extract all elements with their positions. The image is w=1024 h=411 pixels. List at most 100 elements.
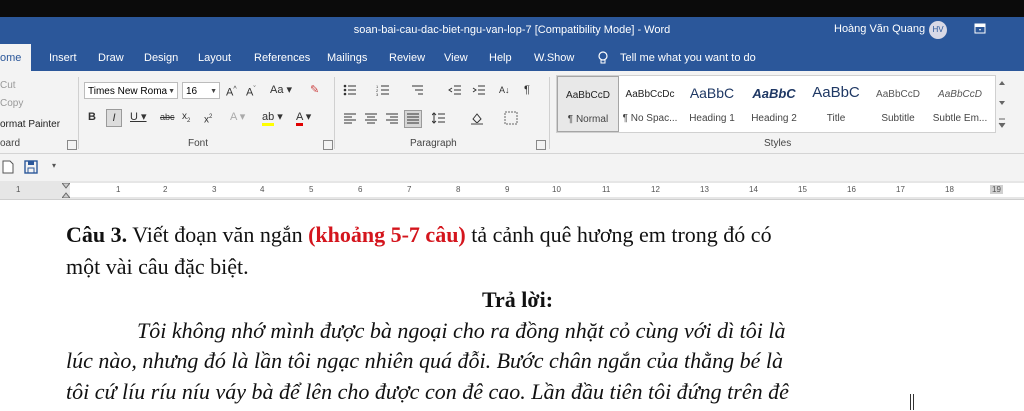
show-formatting-icon[interactable]: ¶ <box>524 82 530 98</box>
multilevel-list-icon[interactable] <box>410 83 424 97</box>
clear-formatting-icon[interactable]: ✎ <box>310 82 319 98</box>
tab-wshow[interactable]: W.Show <box>534 44 574 71</box>
screen-top-bar <box>0 0 1024 17</box>
save-icon[interactable] <box>24 160 38 174</box>
style-subtitle[interactable]: AaBbCcD Subtitle <box>867 76 929 132</box>
answer-line-3[interactable]: tôi cứ líu ríu níu váy bà để lên cho đượ… <box>66 379 789 405</box>
answer-heading[interactable]: Trả lời: <box>482 287 553 313</box>
font-name-value: Times New Roma <box>88 86 168 97</box>
subscript-button[interactable]: x2 <box>182 109 190 125</box>
paragraph-group-label: Paragraph <box>410 138 457 149</box>
strikethrough-button[interactable]: abc <box>160 109 175 125</box>
tab-review[interactable]: Review <box>389 44 425 71</box>
ribbon-tabs: ome Insert Draw Design Layout References… <box>0 44 1024 71</box>
lightbulb-icon <box>598 51 608 64</box>
shading-icon[interactable] <box>470 111 484 125</box>
ruler-number: 9 <box>505 185 510 194</box>
indent-marker-icon[interactable] <box>62 183 70 198</box>
tab-help[interactable]: Help <box>489 44 512 71</box>
tab-home[interactable]: ome <box>0 44 32 71</box>
group-divider <box>78 77 79 149</box>
ruler-number: 8 <box>456 185 461 194</box>
font-launcher-icon[interactable] <box>323 140 333 150</box>
sort-icon[interactable]: A↓ <box>499 82 510 98</box>
copy-button[interactable]: Copy <box>0 98 23 109</box>
question-text: Viết đoạn văn ngắn <box>127 222 309 247</box>
italic-button[interactable]: I <box>106 109 122 127</box>
grow-font-icon[interactable]: A^ <box>226 82 237 99</box>
group-divider <box>549 77 550 149</box>
font-size-value: 16 <box>186 86 198 97</box>
tab-mailings[interactable]: Mailings <box>327 44 367 71</box>
chevron-down-icon[interactable]: ▼ <box>168 83 175 100</box>
question-text-rest: tả cảnh quê hương em trong đó có <box>465 222 772 247</box>
user-name[interactable]: Hoàng Văn Quang <box>834 23 925 35</box>
font-color-icon[interactable]: A ▾ <box>296 109 311 126</box>
line-spacing-icon[interactable] <box>432 111 446 125</box>
ribbon-display-options-icon[interactable] <box>972 21 988 37</box>
align-right-icon[interactable] <box>385 111 399 125</box>
font-group-label: Font <box>188 138 209 149</box>
highlight-icon[interactable]: ab ▾ <box>262 109 283 126</box>
numbering-icon[interactable]: 123 <box>376 83 390 97</box>
tab-references[interactable]: References <box>254 44 310 71</box>
new-document-icon[interactable] <box>2 160 14 174</box>
ruler-number: 17 <box>896 185 905 194</box>
answer-line-2[interactable]: lúc nào, nhưng đó là lần tôi ngạc nhiên … <box>66 348 783 374</box>
clipboard-launcher-icon[interactable] <box>67 140 77 150</box>
font-name-box[interactable]: Times New Roma ▼ <box>84 82 178 99</box>
style-no-spacing[interactable]: AaBbCcDc ¶ No Spac... <box>619 76 681 132</box>
align-left-icon[interactable] <box>343 111 357 125</box>
increase-indent-icon[interactable] <box>472 83 486 97</box>
horizontal-ruler[interactable]: 1 1 2 3 4 5 6 7 8 9 10 11 12 13 14 15 16… <box>0 181 1024 200</box>
customize-toolbar-icon[interactable]: ▾ <box>52 161 56 170</box>
style-heading-1[interactable]: AaBbC Heading 1 <box>681 76 743 132</box>
bullets-icon[interactable] <box>343 83 357 97</box>
styles-gallery: AaBbCcD ¶ Normal AaBbCcDc ¶ No Spac... A… <box>556 75 996 133</box>
style-normal[interactable]: AaBbCcD ¶ Normal <box>557 76 619 132</box>
style-title[interactable]: AaBbC Title <box>805 76 867 132</box>
question-line-2[interactable]: một vài câu đặc biệt. <box>66 254 249 280</box>
question-line-1[interactable]: Câu 3. Viết đoạn văn ngắn (khoảng 5-7 câ… <box>66 222 772 248</box>
ruler-number: 1 <box>16 185 21 194</box>
ruler-number: 15 <box>798 185 807 194</box>
change-case-icon[interactable]: Aa ▾ <box>270 82 292 98</box>
tab-design[interactable]: Design <box>144 44 178 71</box>
underline-button[interactable]: U ▾ <box>130 109 147 125</box>
styles-scroll[interactable] <box>996 75 1008 131</box>
paragraph-launcher-icon[interactable] <box>536 140 546 150</box>
ruler-number: 1 <box>116 185 121 194</box>
styles-group-label: Styles <box>764 138 792 149</box>
tab-view[interactable]: View <box>444 44 468 71</box>
text-effects-icon[interactable]: A ▾ <box>230 109 245 125</box>
tell-me-box[interactable]: Tell me what you want to do <box>596 44 756 71</box>
svg-text:3: 3 <box>376 92 379 97</box>
tab-layout[interactable]: Layout <box>198 44 231 71</box>
cut-button[interactable]: Cut <box>0 80 16 91</box>
ruler-number: 10 <box>552 185 561 194</box>
borders-icon[interactable] <box>504 111 518 125</box>
ruler-number: 7 <box>407 185 412 194</box>
superscript-button[interactable]: x2 <box>204 109 212 125</box>
bold-button[interactable]: B <box>88 109 96 125</box>
justify-icon[interactable] <box>404 110 422 128</box>
ruler-number: 12 <box>651 185 660 194</box>
format-painter-button[interactable]: ormat Painter <box>0 119 60 130</box>
group-divider <box>334 77 335 149</box>
avatar[interactable]: HV <box>929 21 947 39</box>
ruler-number: 4 <box>260 185 265 194</box>
ruler-number: 14 <box>749 185 758 194</box>
shrink-font-icon[interactable]: Aˇ <box>246 82 256 99</box>
align-center-icon[interactable] <box>364 111 378 125</box>
tab-insert[interactable]: Insert <box>49 44 77 71</box>
style-heading-2[interactable]: AaBbC Heading 2 <box>743 76 805 132</box>
style-subtle-emphasis[interactable]: AaBbCcD Subtle Em... <box>929 76 991 132</box>
answer-line-1[interactable]: Tôi không nhớ mình được bà ngoại cho ra … <box>137 318 786 344</box>
font-size-box[interactable]: 16 ▼ <box>182 82 220 99</box>
quick-access-toolbar: ▾ <box>0 154 1024 181</box>
tell-me-text: Tell me what you want to do <box>620 52 756 64</box>
ruler-number: 13 <box>700 185 709 194</box>
tab-draw[interactable]: Draw <box>98 44 124 71</box>
decrease-indent-icon[interactable] <box>448 83 462 97</box>
chevron-down-icon[interactable]: ▼ <box>210 83 217 100</box>
